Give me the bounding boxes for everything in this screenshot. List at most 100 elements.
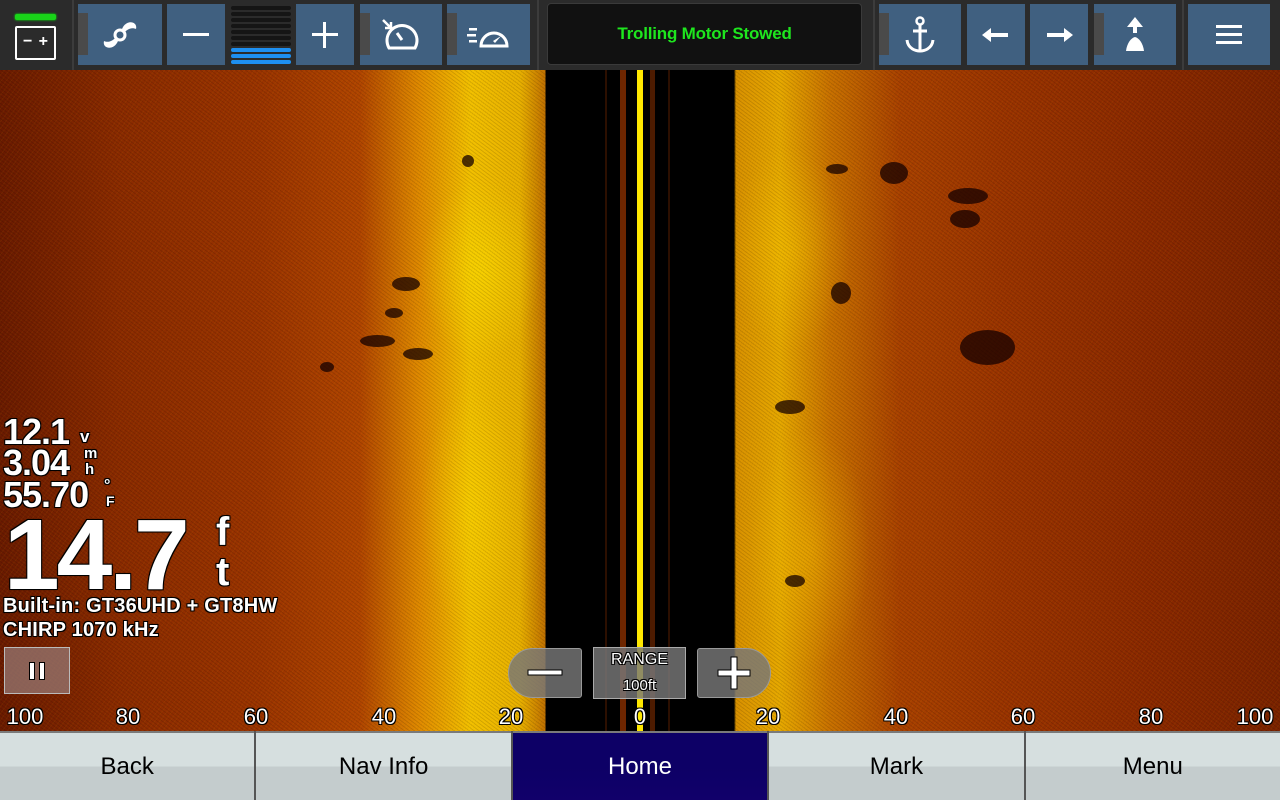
- anchor-lock-button[interactable]: [879, 4, 961, 65]
- trolling-motor-status: Trolling Motor Stowed: [547, 3, 862, 65]
- structure-shadow: [775, 400, 805, 414]
- gain-level-meter: [231, 6, 291, 64]
- button-grip: [360, 13, 370, 55]
- softkey-back[interactable]: Back: [0, 731, 255, 800]
- softkey-menu[interactable]: Menu: [1025, 731, 1280, 800]
- arrow-right-icon: [1047, 27, 1073, 42]
- scale-label: 80: [115, 704, 141, 729]
- sonar-frequency: CHIRP 1070 kHz: [3, 619, 159, 641]
- structure-shadow: [392, 277, 420, 291]
- pause-icon: [30, 662, 34, 679]
- range-value: 100ft: [622, 677, 657, 694]
- minus-icon: [527, 669, 563, 676]
- gain-meter-bar: [231, 30, 291, 34]
- scale-label: 20: [755, 704, 781, 729]
- plus-icon: [717, 656, 751, 690]
- status-message: Trolling Motor Stowed: [617, 24, 792, 43]
- scale-label: 40: [371, 704, 397, 729]
- gain-meter-bar: [231, 36, 291, 40]
- gain-meter-bar: [231, 24, 291, 28]
- button-grip: [447, 13, 457, 55]
- gain-meter-bar: [231, 42, 291, 46]
- gain-meter-bar: [231, 12, 291, 16]
- toolbar-divider: [537, 0, 539, 70]
- speedometer-set-icon: [382, 18, 419, 49]
- menu-button[interactable]: [1188, 4, 1270, 65]
- scale-label: 80: [1138, 704, 1164, 729]
- speed-mode-button[interactable]: [447, 4, 530, 65]
- scale-label: 100: [1236, 704, 1274, 729]
- battery-plus-sign: +: [38, 33, 48, 50]
- structure-shadow: [880, 162, 908, 184]
- button-grip: [78, 13, 88, 55]
- structure-shadow: [320, 362, 334, 372]
- gain-meter-bar: [231, 54, 291, 58]
- water-column-return: [650, 70, 655, 731]
- structure-shadow: [462, 155, 474, 167]
- depth-value: 14.7: [4, 499, 190, 611]
- battery-status: − +: [8, 8, 64, 64]
- depth-unit-top: f: [216, 510, 230, 554]
- heading-hold-button[interactable]: [1094, 4, 1176, 65]
- transducer-source: Built-in: GT36UHD + GT8HW: [3, 595, 278, 617]
- water-column-return: [668, 70, 670, 731]
- scale-label: 60: [243, 704, 269, 729]
- structure-shadow: [831, 282, 851, 304]
- pause-sonar-button[interactable]: [4, 647, 70, 694]
- scale-label: 0: [633, 704, 647, 729]
- gain-meter-bar: [231, 48, 291, 52]
- plus-icon: [312, 21, 338, 48]
- water-temp-unit-top: °: [104, 477, 111, 494]
- battery-minus-sign: −: [23, 33, 33, 50]
- structure-shadow: [785, 575, 805, 587]
- scale-label: 20: [498, 704, 524, 729]
- range-label: RANGE: [611, 651, 668, 668]
- battery-icon: − +: [15, 26, 56, 60]
- voltage-unit: v: [80, 427, 90, 446]
- range-increase-button[interactable]: [697, 648, 771, 698]
- jog-left-button[interactable]: [967, 4, 1025, 65]
- button-grip: [1094, 13, 1104, 55]
- anchor-icon: [905, 15, 935, 53]
- toolbar-divider: [873, 0, 875, 70]
- jog-right-button[interactable]: [1030, 4, 1088, 65]
- gain-meter-bar: [231, 6, 291, 10]
- water-column-return: [620, 70, 626, 731]
- speed-unit-top: m: [84, 445, 98, 462]
- softkey-nav-info[interactable]: Nav Info: [256, 731, 511, 800]
- gain-meter-bar: [231, 18, 291, 22]
- structure-shadow: [403, 348, 433, 360]
- pause-icon: [40, 662, 44, 679]
- button-grip: [879, 13, 889, 55]
- gain-increase-button[interactable]: [296, 4, 354, 65]
- sidevu-sonar-view[interactable]: [0, 70, 1280, 731]
- minus-icon: [183, 32, 209, 36]
- structure-shadow: [360, 335, 395, 347]
- scale-label: 40: [883, 704, 909, 729]
- battery-level-indicator: [15, 14, 56, 20]
- trolling-motor-button[interactable]: [78, 4, 162, 65]
- gain-decrease-button[interactable]: [167, 4, 225, 65]
- softkey-bar: Back Nav Info Home Mark Menu: [0, 731, 1280, 800]
- softkey-home[interactable]: Home: [512, 731, 768, 800]
- gain-meter-bar: [231, 60, 291, 64]
- structure-shadow: [950, 210, 980, 228]
- speedometer-fast-icon: [466, 27, 509, 47]
- boat-track-centerline: [637, 70, 643, 731]
- heading-hold-icon: [1126, 16, 1144, 51]
- depth-unit-bottom: t: [216, 550, 230, 594]
- range-decrease-button[interactable]: [508, 648, 582, 698]
- toolbar-divider: [72, 0, 74, 70]
- structure-shadow: [960, 330, 1015, 365]
- cruise-control-button[interactable]: [360, 4, 442, 65]
- hamburger-menu-icon: [1216, 24, 1242, 44]
- water-column-return: [605, 70, 607, 731]
- scale-label: 60: [1010, 704, 1036, 729]
- structure-shadow: [385, 308, 403, 318]
- range-display[interactable]: RANGE 100ft: [593, 647, 686, 699]
- softkey-mark[interactable]: Mark: [769, 731, 1024, 800]
- toolbar-divider: [1182, 0, 1184, 70]
- structure-shadow: [948, 188, 988, 204]
- scale-label: 100: [6, 704, 44, 729]
- propeller-icon: [103, 21, 137, 48]
